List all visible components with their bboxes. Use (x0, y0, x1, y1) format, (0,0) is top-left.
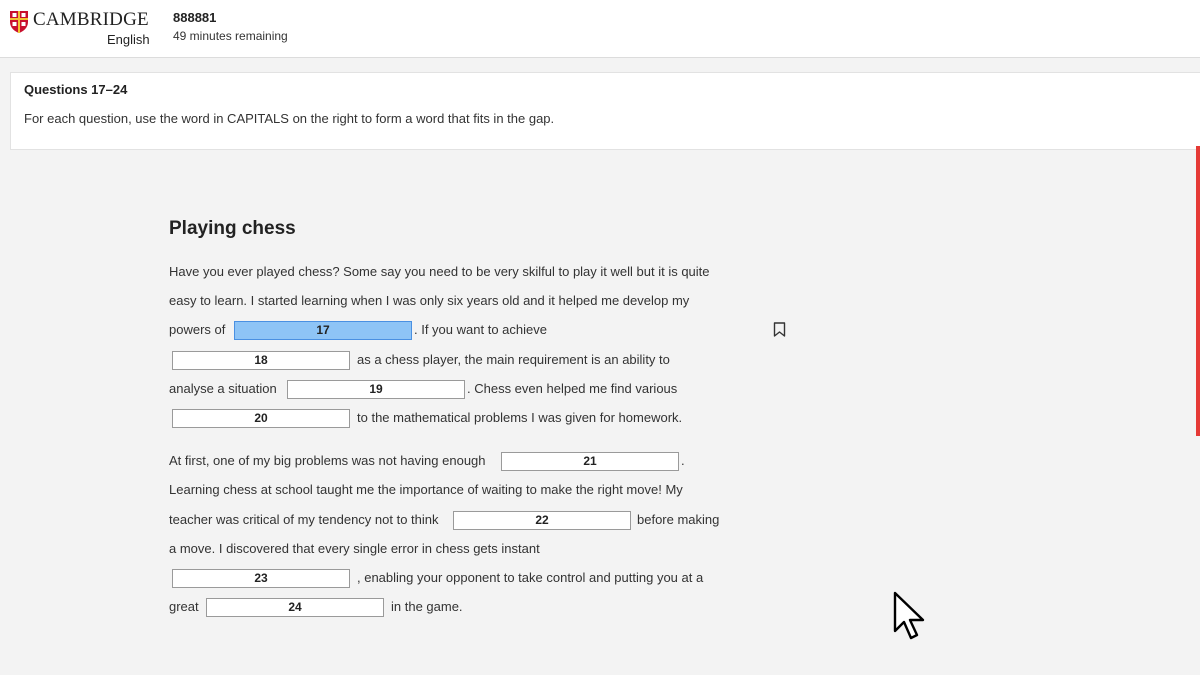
passage-line-6: to the mathematical problems I was given… (357, 410, 683, 425)
scroll-indicator[interactable] (1196, 146, 1200, 436)
gap-19[interactable]: 19 (287, 380, 465, 399)
question-range: Questions 17–24 (24, 82, 128, 97)
time-remaining: 49 minutes remaining (173, 29, 288, 43)
brand-name: CAMBRIDGE (33, 9, 149, 30)
passage-line-10: a move. I discovered that every single e… (169, 541, 540, 556)
passage-line-5b: . Chess even helped me find various (467, 381, 678, 396)
passage-line-9b: before making (637, 512, 720, 527)
passage-line-7a: At first, one of my big problems was not… (169, 453, 486, 468)
passage-line-5a: analyse a situation (169, 381, 277, 396)
passage-line-2: easy to learn. I started learning when I… (169, 293, 690, 308)
passage-line-11: , enabling your opponent to take control… (357, 570, 704, 585)
gap-23[interactable]: 23 (172, 569, 350, 588)
passage-line-3a: powers of (169, 322, 226, 337)
question-instructions: For each question, use the word in CAPIT… (24, 111, 555, 126)
passage-line-12a: great (169, 599, 199, 614)
candidate-id: 888881 (173, 10, 217, 25)
passage-line-8: Learning chess at school taught me the i… (169, 482, 683, 497)
passage-title: Playing chess (169, 218, 296, 239)
passage-line-3b: . If you want to achieve (414, 322, 547, 337)
passage-line-1: Have you ever played chess? Some say you… (169, 264, 710, 279)
passage-line-12b: in the game. (391, 599, 463, 614)
gap-17[interactable]: 17 (234, 321, 412, 340)
brand-subtitle: English (107, 32, 150, 47)
header-bar: CAMBRIDGE English 888881 49 minutes rema… (0, 0, 1200, 58)
candidate-info: 888881 49 minutes remaining (173, 10, 288, 43)
gap-20[interactable]: 20 (172, 409, 350, 428)
gap-18[interactable]: 18 (172, 351, 350, 370)
gap-22[interactable]: 22 (453, 511, 631, 530)
cambridge-logo: CAMBRIDGE English (9, 8, 159, 50)
cambridge-shield-icon (10, 11, 28, 33)
gap-24[interactable]: 24 (206, 598, 384, 617)
passage-line-9a: teacher was critical of my tendency not … (169, 512, 439, 527)
mouse-pointer-icon (893, 591, 925, 640)
instructions-panel: Questions 17–24 For each question, use t… (10, 72, 1200, 150)
gap-21[interactable]: 21 (501, 452, 679, 471)
passage-line-4: as a chess player, the main requirement … (357, 352, 670, 367)
passage-line-7b: . (681, 453, 685, 468)
bookmark-icon[interactable] (773, 322, 786, 337)
